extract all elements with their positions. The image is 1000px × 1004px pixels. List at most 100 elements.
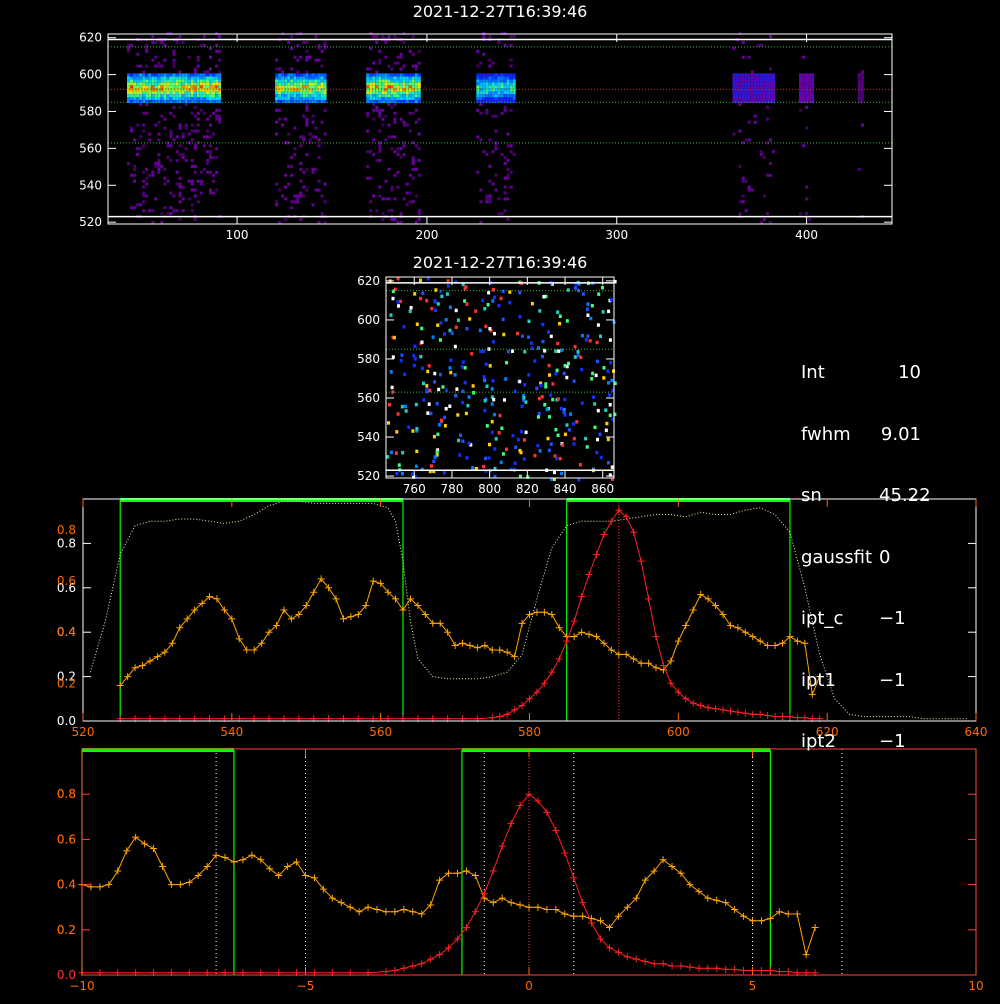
heatmap-cell [399, 117, 403, 121]
heatmap-cell [393, 173, 397, 177]
heatmap-cell [488, 82, 492, 86]
spectrum-xaxis-label: 600 [667, 725, 690, 739]
heatmap-cell [802, 91, 805, 95]
offset-yaxis2-label: 0.6 [57, 832, 76, 846]
heatmap-cell [145, 102, 149, 106]
heatmap-cell [142, 85, 146, 89]
heatmap-cell [178, 123, 182, 127]
heatmap-cell [805, 73, 809, 77]
heatmap-cell [799, 82, 802, 86]
heatmap-cell [317, 188, 321, 192]
heatmap-cell [154, 94, 158, 98]
heatmap-cell [202, 144, 206, 148]
heatmap-cell [408, 49, 412, 53]
heatmap-cell [802, 76, 805, 80]
heatmap-cell [278, 94, 282, 98]
scatter-cell [538, 309, 542, 313]
scatter-cell [442, 471, 446, 475]
heatmap-cell [381, 94, 385, 98]
scatter-cell [537, 415, 540, 419]
info-key: ipt2 [801, 731, 836, 752]
heatmap-cell [193, 73, 197, 77]
heatmap-cell [305, 97, 309, 100]
scatter-cell [408, 309, 412, 314]
scatter-cell [488, 364, 492, 368]
heatmap-cell [384, 114, 388, 118]
scatter-cell [580, 401, 584, 405]
scatter-cell [430, 464, 433, 468]
heatmap-cell [175, 76, 179, 80]
heatmap-cell [157, 94, 161, 98]
heatmap-cell [209, 153, 212, 157]
heatmap-cell [482, 73, 486, 77]
heatmap-cell [130, 129, 133, 133]
heatmap-cell [750, 97, 754, 100]
heatmap-cell [209, 97, 212, 100]
heatmap-cell [805, 97, 809, 100]
spectrum-point [516, 901, 524, 909]
heatmap-cell [393, 135, 397, 139]
heatmap-cell [396, 91, 400, 95]
scatter-cell [449, 370, 453, 375]
scatter-cell [454, 308, 458, 313]
scatter-cell [448, 366, 452, 370]
scatter-cell [432, 434, 436, 439]
line-profile-point [579, 899, 587, 907]
heatmap-cell [387, 76, 391, 80]
heatmap-cell [127, 82, 130, 86]
heatmap-cell [476, 82, 480, 86]
scatter-cell [426, 411, 430, 415]
heatmap-cell [311, 97, 315, 100]
scatter-cell [482, 464, 485, 469]
heatmap-cell [142, 82, 146, 86]
spectrum-point [399, 606, 407, 614]
heatmap-cell [805, 85, 809, 89]
heatmap-cell [209, 85, 212, 89]
scatter-cell [490, 430, 494, 435]
spectrum-point [570, 633, 578, 641]
scatter-cell [596, 408, 600, 413]
heatmap-cell [148, 132, 152, 136]
heatmap-cell [278, 73, 282, 77]
heatmap-cell [175, 91, 179, 95]
scatter-cell [537, 411, 541, 416]
heatmap-cell [387, 209, 391, 213]
heatmap-cell [178, 70, 182, 74]
heatmap-cell [163, 85, 167, 89]
heatmap-cell [145, 194, 149, 198]
heatmap-cell [762, 85, 766, 89]
scatter-cell [572, 436, 576, 441]
heatmap-cell [154, 55, 158, 59]
heatmap-cell [148, 73, 152, 77]
heatmap-cell [196, 111, 200, 115]
heatmap-cell [175, 170, 179, 174]
heatmap-cell [811, 85, 815, 89]
heatmap-cell [151, 35, 155, 39]
heatmap-cell [206, 91, 209, 95]
scatter-cell [518, 448, 522, 453]
heatmap-cell [178, 105, 182, 109]
info-row-ipt-c: ipt_c −1 [801, 608, 921, 630]
scatter-cell [413, 292, 417, 296]
offset-yaxis2-label: 0.2 [57, 923, 76, 937]
spectrum-point [400, 905, 408, 913]
spectrum-point [496, 646, 504, 654]
scatter-cell [459, 433, 462, 437]
heatmap-cell [411, 200, 415, 204]
heatmap-cell [753, 76, 757, 80]
heatmap-cell [317, 179, 321, 183]
heatmap-cell [302, 79, 306, 83]
heatmap-cell [151, 79, 155, 83]
scatter-cell [556, 341, 560, 346]
heatmap-cell [857, 82, 861, 86]
heatmap-cell [747, 76, 751, 80]
scatter-cell [463, 287, 467, 291]
heatmap-cell [199, 76, 203, 80]
line-profile-point [548, 668, 556, 676]
heatmap-cell [139, 147, 143, 151]
scatter-cell [414, 402, 418, 407]
heatmap-cell [151, 58, 155, 62]
heatmap-cell [299, 55, 303, 59]
heatmap-cell [411, 35, 415, 39]
spectrum-point [466, 642, 474, 650]
